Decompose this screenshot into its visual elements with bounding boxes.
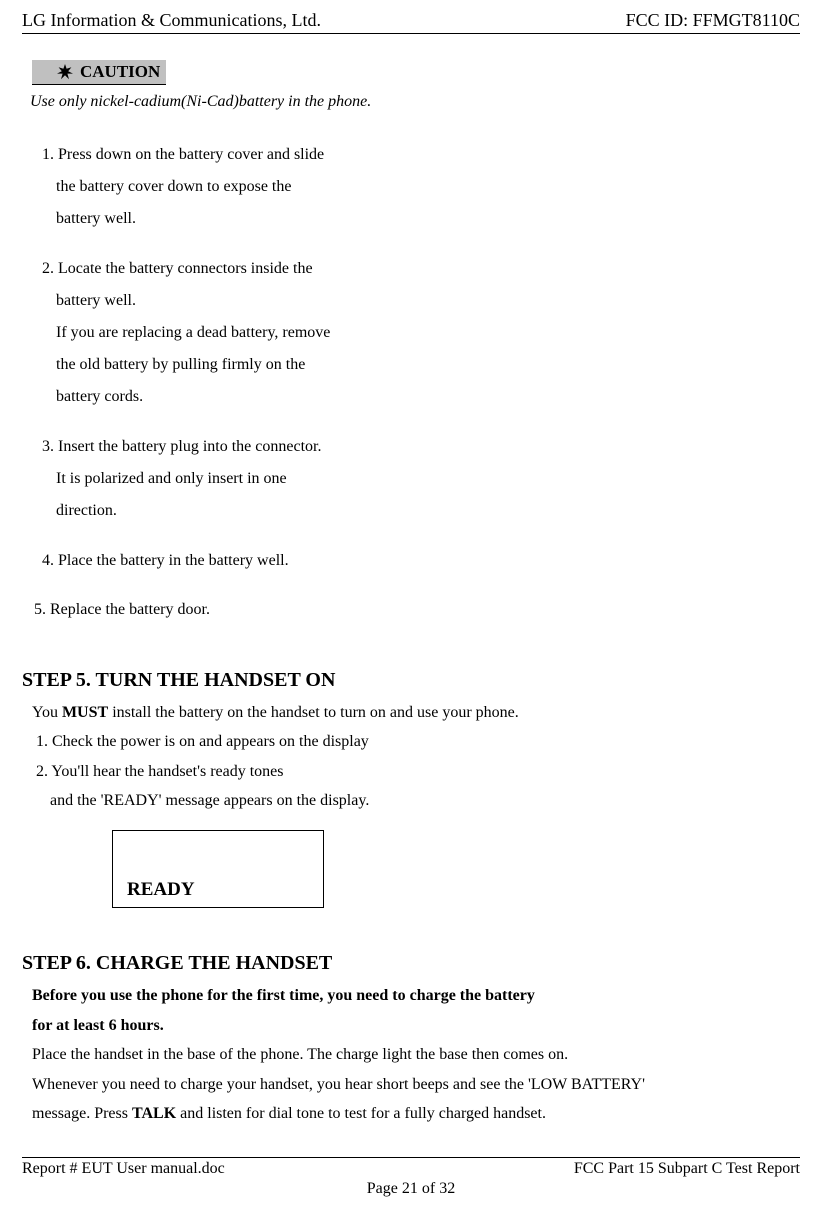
burst-icon xyxy=(56,65,74,79)
page-header: LG Information & Communications, Ltd. FC… xyxy=(22,10,800,34)
caution-heading: CAUTION xyxy=(32,60,800,85)
step-2-line-4: the old battery by pulling firmly on the xyxy=(42,349,800,381)
document-page: LG Information & Communications, Ltd. FC… xyxy=(0,0,822,1208)
step-2-line-3: If you are replacing a dead battery, rem… xyxy=(42,317,800,349)
step5-intro-pre: You xyxy=(32,704,62,721)
step5-line-1: 1. Check the power is on and appears on … xyxy=(36,727,800,757)
header-right: FCC ID: FFMGT8110C xyxy=(626,10,800,31)
step-3-line-1: 3. Insert the battery plug into the conn… xyxy=(42,431,800,463)
footer-left: Report # EUT User manual.doc xyxy=(22,1160,225,1178)
step-4: 4. Place the battery in the battery well… xyxy=(42,545,800,577)
step5-line-3: and the 'READY' message appears on the d… xyxy=(50,786,800,816)
step6-bold-1: Before you use the phone for the first t… xyxy=(32,981,800,1011)
step-3-line-3: direction. xyxy=(42,495,800,527)
step-2-line-5: battery cords. xyxy=(42,381,800,413)
step6-bold-2: for at least 6 hours. xyxy=(32,1011,800,1041)
step-3: 3. Insert the battery plug into the conn… xyxy=(42,431,800,527)
step-1: 1. Press down on the battery cover and s… xyxy=(42,139,800,235)
step6-heading: STEP 6. CHARGE THE HANDSET xyxy=(22,952,800,975)
page-footer: Report # EUT User manual.doc FCC Part 15… xyxy=(22,1158,800,1178)
header-left: LG Information & Communications, Ltd. xyxy=(22,10,321,31)
step-1-line-2: the battery cover down to expose the xyxy=(42,171,800,203)
step6-line-1: Place the handset in the base of the pho… xyxy=(32,1040,800,1070)
step-2: 2. Locate the battery connectors inside … xyxy=(42,253,800,413)
caution-label: CAUTION xyxy=(80,62,160,82)
footer-page-number: Page 21 of 32 xyxy=(22,1180,800,1198)
step-5-replace: 5. Replace the battery door. xyxy=(34,595,800,625)
battery-steps: 1. Press down on the battery cover and s… xyxy=(42,139,800,577)
step5-line-2: 2. You'll hear the handset's ready tones xyxy=(36,757,800,787)
step5-intro-post: install the battery on the handset to tu… xyxy=(108,704,519,721)
step5-heading: STEP 5. TURN THE HANDSET ON xyxy=(22,669,800,692)
step6-line-3-post: and listen for dial tone to test for a f… xyxy=(176,1105,546,1122)
step6-line-3: message. Press TALK and listen for dial … xyxy=(32,1099,800,1129)
step-1-line-3: battery well. xyxy=(42,203,800,235)
step-2-line-1: 2. Locate the battery connectors inside … xyxy=(42,253,800,285)
step6-line-3-bold: TALK xyxy=(132,1105,176,1122)
ready-display: READY xyxy=(112,830,324,908)
step-2-line-2: battery well. xyxy=(42,285,800,317)
step6-line-3-pre: message. Press xyxy=(32,1105,132,1122)
footer-right: FCC Part 15 Subpart C Test Report xyxy=(574,1160,800,1178)
step5-intro-bold: MUST xyxy=(62,704,108,721)
ready-display-text: READY xyxy=(127,879,195,901)
step-3-line-2: It is polarized and only insert in one xyxy=(42,463,800,495)
step6-line-2: Whenever you need to charge your handset… xyxy=(32,1070,800,1100)
step-1-line-1: 1. Press down on the battery cover and s… xyxy=(42,139,800,171)
caution-text: Use only nickel-cadium(Ni-Cad)battery in… xyxy=(30,93,800,111)
caution-box: CAUTION xyxy=(32,60,166,85)
step6-body: Before you use the phone for the first t… xyxy=(32,981,800,1129)
step5-intro: You MUST install the battery on the hand… xyxy=(32,698,800,728)
